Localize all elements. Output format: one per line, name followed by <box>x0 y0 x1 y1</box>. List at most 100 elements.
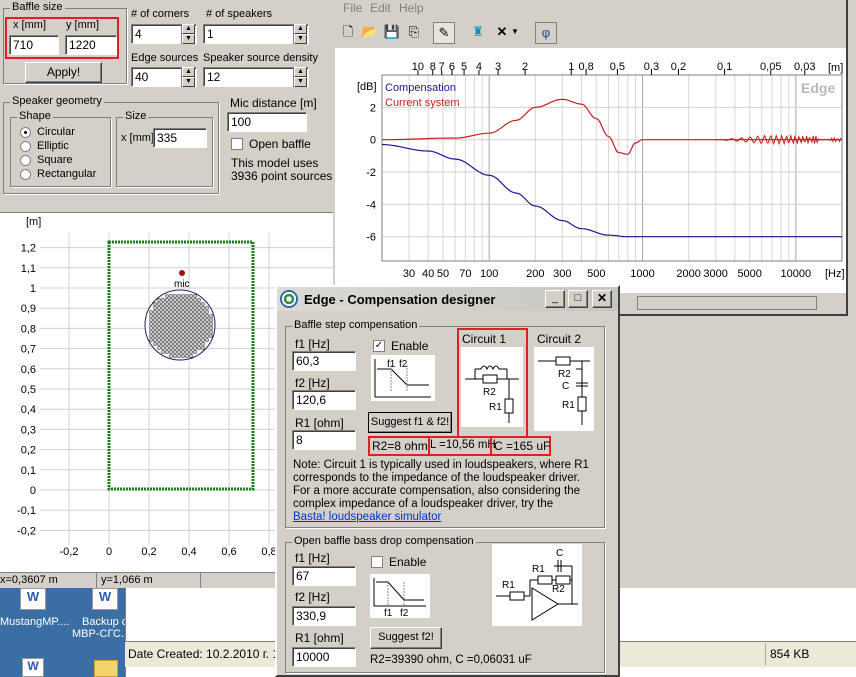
response-top-tick: 0,05 <box>760 61 781 73</box>
response-scrollbar[interactable] <box>637 296 817 310</box>
open-baffle-label[interactable]: Open baffle <box>249 137 311 151</box>
response-plot-panel[interactable]: 10 8 7 6 5 4 3 2 1 0,8 0,5 0,3 0,2 0,1 0,05 0,03 [m] [d… <box>335 48 846 293</box>
enable-step-checkbox[interactable]: ✓ <box>373 340 385 352</box>
open-f2-label: f2 [Hz] <box>295 590 330 604</box>
dialog-title: Edge - Compensation designer <box>304 292 496 307</box>
document-icon[interactable]: W <box>20 588 46 610</box>
open-baffle-checkbox[interactable] <box>231 138 243 150</box>
shape-rectangular-radio[interactable] <box>20 169 31 180</box>
baffle-y-tick: 0,3 <box>21 424 36 436</box>
result-l: L =10,56 mH <box>430 439 496 451</box>
baffle-y-tick: 0,7 <box>21 344 36 356</box>
open-r1-label: R1 [ohm] <box>295 631 344 645</box>
circuit1-highlight[interactable] <box>457 328 528 438</box>
baffle-x-tick: 0,4 <box>181 546 196 558</box>
edge-sources-spinner[interactable]: ▲ ▼ <box>181 67 195 87</box>
circuit2-r1: R1 <box>562 400 575 411</box>
open-baffle-circuit: R1 R1 C R2 <box>492 544 582 626</box>
shape-circular-label[interactable]: Circular <box>37 126 75 138</box>
desktop-icon2-label2[interactable]: МВР-СГС.... <box>72 628 133 640</box>
maximize-button[interactable]: □ <box>568 290 588 308</box>
density-spinner[interactable]: ▲ ▼ <box>293 67 307 87</box>
baffle-y-tick: -0,2 <box>17 525 36 537</box>
baffle-y-tick: 1,2 <box>21 243 36 255</box>
close-button[interactable]: ✕ <box>592 290 612 308</box>
f2-input[interactable]: 120,6 <box>292 390 356 410</box>
word-doc-icon-2[interactable]: W <box>22 658 44 677</box>
phi-button[interactable]: φ <box>535 22 557 44</box>
pen-icon[interactable]: ✎ <box>433 22 455 44</box>
open-f2-input[interactable]: 330,9 <box>292 606 356 626</box>
baffle-x-tick: -0,2 <box>60 546 79 558</box>
menu-file[interactable]: File <box>343 1 362 15</box>
open-r1-input[interactable]: 10000 <box>292 647 356 667</box>
response-x-tick: 3000 <box>703 268 727 280</box>
legend-current: Current system <box>385 97 460 109</box>
shape-rectangular-label[interactable]: Rectangular <box>37 168 96 180</box>
f1-input[interactable]: 60,3 <box>292 351 356 371</box>
minimize-button[interactable]: _ <box>545 290 565 308</box>
shape-elliptic-label[interactable]: Elliptic <box>37 140 69 152</box>
shape-title: Shape <box>17 110 53 122</box>
desktop-icon1-label[interactable]: MustangMP.... <box>0 616 70 628</box>
enable-open-checkbox[interactable] <box>371 556 383 568</box>
response-top-tick: 0,5 <box>610 61 625 73</box>
basta-link[interactable]: Basta! loudspeaker simulator <box>293 511 441 523</box>
response-top-tick: 0,1 <box>717 61 732 73</box>
open-circuit-r1b: R1 <box>532 564 545 575</box>
open-f1-input[interactable]: 67 <box>292 566 356 586</box>
response-top-tick: 0,03 <box>794 61 815 73</box>
baffle-y-tick: 0,2 <box>21 445 36 457</box>
menu-edit[interactable]: Edit <box>370 1 391 15</box>
copy-icon[interactable]: ⎘ <box>403 22 425 44</box>
step-response-sketch: f1 f2 <box>371 355 435 401</box>
response-top-tick: 6 <box>449 61 455 73</box>
response-top-tick: 0,8 <box>578 61 593 73</box>
desktop-icon2-label1[interactable]: Backup c <box>82 616 127 628</box>
open-folder-icon[interactable]: 📂 <box>359 22 381 44</box>
response-y-tick: 0 <box>370 135 376 147</box>
response-y-tick: -2 <box>366 167 376 179</box>
response-top-tick: 3 <box>495 61 501 73</box>
response-window: File Edit Help 🗋 📂 💾 ⎘ ✎ ♜ ✕ ▼ φ 10 8 7 6 5 4… <box>333 0 848 316</box>
enable-open-label[interactable]: Enable <box>389 555 426 569</box>
baffle-x-ticks: -0,2 0 0,2 0,4 0,6 0,8 <box>60 546 277 558</box>
response-plot-svg: 10 8 7 6 5 4 3 2 1 0,8 0,5 0,3 0,2 0,1 0,05 0,03 [m] [d… <box>357 61 845 280</box>
speaker-tool-icon[interactable]: ♜ <box>467 22 489 44</box>
mic-label: mic <box>174 279 190 290</box>
baffle-y-tick: 0,1 <box>21 465 36 477</box>
apply-button[interactable]: Apply! <box>25 62 102 83</box>
dialog-title-bar[interactable]: Edge - Compensation designer _ □ ✕ <box>277 287 618 311</box>
menu-help[interactable]: Help <box>399 1 424 15</box>
shape-square-label[interactable]: Square <box>37 154 72 166</box>
new-file-icon[interactable]: 🗋 <box>337 22 359 44</box>
density-label: Speaker source density <box>203 52 318 64</box>
folder-icon[interactable] <box>94 660 118 677</box>
shape-circular-radio[interactable] <box>20 127 31 138</box>
baffle-y-tick: 0,5 <box>21 384 36 396</box>
r1-input[interactable]: 8 <box>292 430 356 450</box>
save-icon[interactable]: 💾 <box>381 22 403 44</box>
shape-elliptic-radio[interactable] <box>20 141 31 152</box>
compensation-dialog: Edge - Compensation designer _ □ ✕ Baffl… <box>275 285 620 677</box>
size-x-label: x [mm] <box>121 132 154 144</box>
response-y-tick: -4 <box>366 199 376 211</box>
circuit2-diagram: R2 C R1 <box>534 347 594 431</box>
response-top-tick: 1 <box>568 61 574 73</box>
word-doc-icon[interactable]: W <box>92 588 118 610</box>
speakers-spinner[interactable]: ▲ ▼ <box>293 24 307 44</box>
suggest-f2-button[interactable]: Suggest f2! <box>370 627 442 649</box>
response-x-tick: 300 <box>553 268 571 280</box>
corners-spinner[interactable]: ▲ ▼ <box>181 24 195 44</box>
mic-distance-input[interactable]: 100 <box>227 112 307 132</box>
shape-square-radio[interactable] <box>20 155 31 166</box>
suggest-f1-f2-button[interactable]: Suggest f1 & f2! <box>368 412 452 433</box>
response-top-tick: 10 <box>412 61 424 73</box>
size-x-input[interactable]: 335 <box>153 128 207 148</box>
response-top-tick: 0,2 <box>671 61 686 73</box>
open-sketch-f1: f1 <box>384 608 393 618</box>
open-baffle-title: Open baffle bass drop compensation <box>292 535 476 547</box>
dropdown-arrow-icon[interactable]: ▼ <box>509 22 521 44</box>
enable-step-label[interactable]: Enable <box>391 339 428 353</box>
response-top-tick: 7 <box>439 61 445 73</box>
